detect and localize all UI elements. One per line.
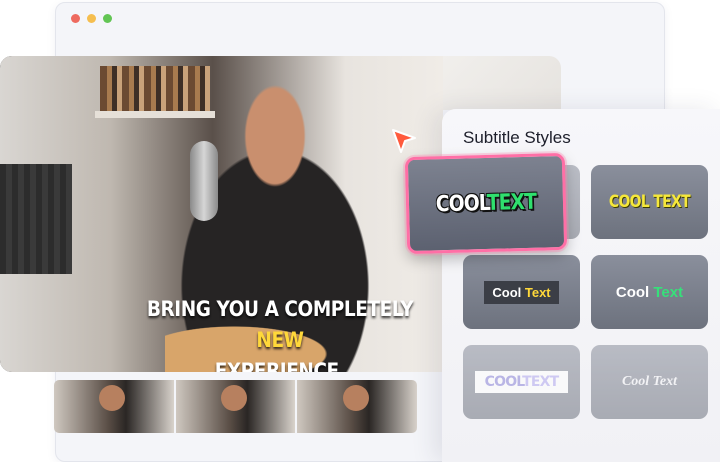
acoustic-foam-panel xyxy=(0,164,72,274)
subtitle-style-tile-selected[interactable]: COOLTEXT xyxy=(404,152,568,255)
timeline-frame[interactable] xyxy=(175,380,296,433)
subtitle-style-tile-white-box[interactable]: COOLTEXT xyxy=(463,345,580,419)
timeline-thumbnails xyxy=(54,380,417,433)
subtitle-text-line2: EXPERIENCE. xyxy=(214,359,346,372)
subtitle-style-tile-green[interactable]: Cool Text xyxy=(591,255,708,329)
style-preview-text: Cool Text xyxy=(615,283,684,301)
video-subtitle: BRING YOU A COMPLETELY NEW EXPERIENCE. xyxy=(122,294,439,372)
maximize-window-dot[interactable] xyxy=(103,13,112,23)
style-preview-text: Cool Text xyxy=(484,280,559,304)
style-preview-text: Cool Text xyxy=(621,374,678,389)
subtitle-text-main: BRING YOU A COMPLETELY xyxy=(146,297,414,321)
browser-title-bar xyxy=(56,3,664,33)
panel-title: Subtitle Styles xyxy=(463,128,571,147)
subtitle-style-tile-boxed[interactable]: Cool Text xyxy=(463,255,580,329)
timeline-frame[interactable] xyxy=(54,380,174,433)
video-background-extension xyxy=(443,56,561,110)
close-window-dot[interactable] xyxy=(71,13,80,23)
subtitle-style-tile-italic[interactable]: Cool Text xyxy=(591,345,708,419)
video-preview[interactable]: BRING YOU A COMPLETELY NEW EXPERIENCE. xyxy=(0,56,443,372)
subtitle-text-highlight: NEW xyxy=(256,328,304,352)
studio-microphone xyxy=(190,141,218,221)
subtitle-style-tile-yellow[interactable]: COOL TEXT xyxy=(591,165,708,239)
style-preview-text: COOLTEXT xyxy=(435,189,537,218)
minimize-window-dot[interactable] xyxy=(87,13,96,23)
style-preview-text: COOLTEXT xyxy=(474,371,569,393)
timeline-frame[interactable] xyxy=(297,380,417,433)
pointer-arrow-icon xyxy=(392,129,416,153)
style-preview-text: COOL TEXT xyxy=(608,192,691,212)
